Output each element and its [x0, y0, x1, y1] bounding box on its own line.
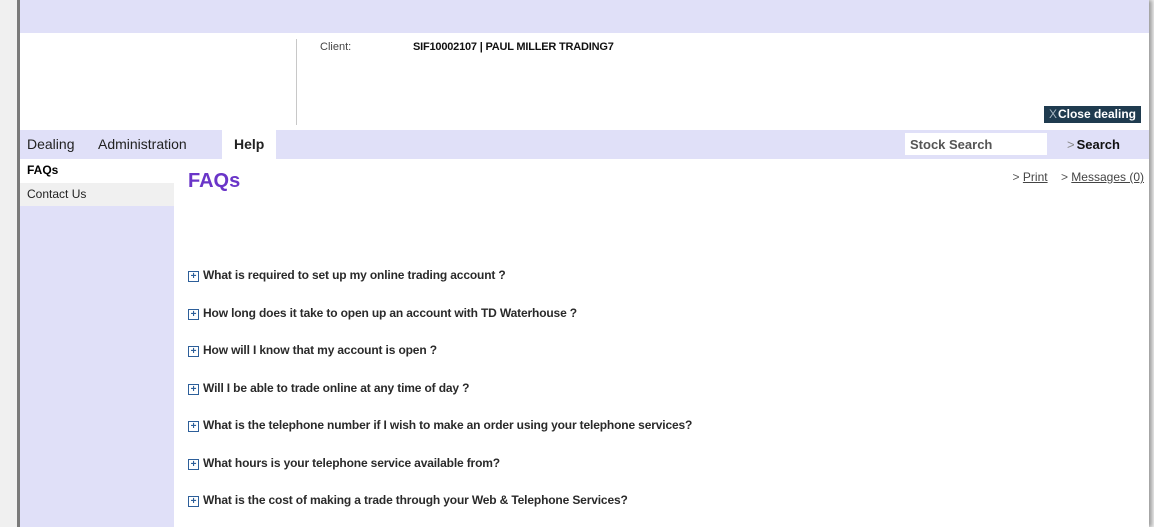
stock-search-input[interactable]	[905, 133, 1047, 155]
client-value: SIF10002107 | PAUL MILLER TRADING7	[413, 41, 614, 53]
plus-box-icon[interactable]: +	[188, 346, 199, 357]
faq-item[interactable]: + How long does it take to open up an acc…	[188, 306, 692, 344]
chevron-right-icon: >	[1067, 137, 1075, 152]
main-nav: Dealing Administration Help >Search	[20, 130, 1149, 159]
plus-box-icon[interactable]: +	[188, 383, 199, 395]
tab-help[interactable]: Help	[222, 130, 277, 159]
app-window: Client: SIF10002107 | PAUL MILLER TRADIN…	[20, 0, 1149, 527]
page-title: FAQs	[188, 170, 241, 192]
faq-question[interactable]: What is required to set up my online tra…	[203, 268, 506, 282]
faq-question[interactable]: What hours is your telephone service ava…	[203, 456, 500, 470]
faq-question[interactable]: How will I know that my account is open …	[203, 343, 437, 357]
faq-item[interactable]: + What hours is your telephone service av…	[188, 456, 692, 494]
page-links: > Print > Messages (0)	[1003, 170, 1144, 184]
client-label: Client:	[320, 41, 352, 53]
plus-box-icon[interactable]: +	[188, 458, 199, 470]
plus-box-icon[interactable]: +	[188, 421, 199, 432]
tab-administration[interactable]: Administration	[98, 130, 187, 159]
print-link-arrow: >	[1012, 170, 1020, 184]
plus-box-icon[interactable]: +	[188, 308, 199, 320]
messages-link-arrow: >	[1060, 170, 1068, 184]
header-divider	[296, 39, 297, 125]
faq-item[interactable]: + What is required to set up my online tr…	[188, 268, 692, 306]
close-dealing-button[interactable]: XClose dealing	[1043, 106, 1141, 123]
faq-list: + What is required to set up my online tr…	[188, 268, 692, 527]
plus-box-icon[interactable]: +	[188, 271, 199, 282]
messages-link[interactable]: Messages (0)	[1071, 170, 1144, 184]
faq-question[interactable]: What is the cost of making a trade throu…	[203, 493, 628, 507]
faq-item[interactable]: + How will I know that my account is open…	[188, 343, 692, 381]
header: Client: SIF10002107 | PAUL MILLER TRADIN…	[20, 33, 1149, 130]
faq-item[interactable]: + Will I be able to trade online at any t…	[188, 381, 692, 419]
close-dealing-label: Close dealing	[1057, 107, 1136, 121]
search-button[interactable]: > Search	[1067, 130, 1120, 159]
print-link[interactable]: Print	[1023, 170, 1048, 184]
close-icon: X	[1048, 107, 1057, 121]
tab-dealing[interactable]: Dealing	[27, 130, 74, 159]
sidebar-item-contact-us[interactable]: Contact Us	[20, 182, 174, 206]
faq-item[interactable]: + What is the telephone number if I wish …	[188, 418, 692, 456]
plus-box-icon[interactable]: +	[188, 496, 199, 507]
sidebar-item-faqs[interactable]: FAQs	[20, 159, 174, 182]
faq-question[interactable]: How long does it take to open up an acco…	[203, 306, 577, 320]
sidebar: FAQs Contact Us	[20, 159, 174, 527]
top-band	[20, 0, 1149, 33]
faq-item[interactable]: + What is the cost of making a trade thro…	[188, 493, 692, 527]
faq-question[interactable]: Will I be able to trade online at any ti…	[203, 381, 469, 395]
search-label: Search	[1076, 137, 1120, 152]
faq-question[interactable]: What is the telephone number if I wish t…	[203, 418, 692, 432]
